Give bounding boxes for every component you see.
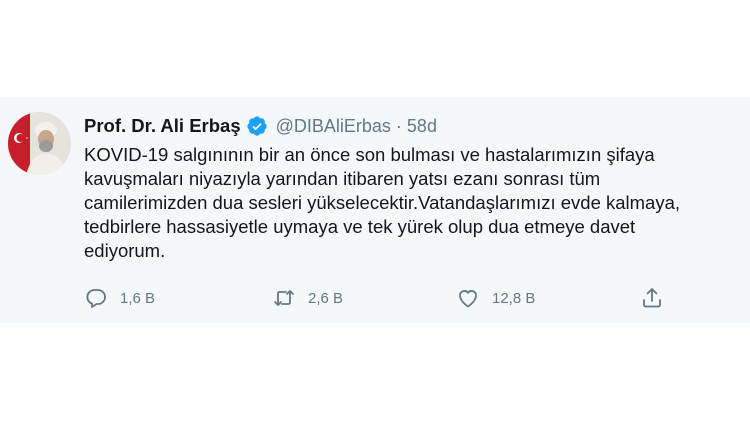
tweet-text-line: tedbirlere hassasiyetle uymaya ve tek yü…: [84, 216, 636, 237]
like-count: 12,8 B: [492, 289, 536, 307]
avatar-image: [8, 112, 71, 175]
tweet-timestamp[interactable]: 58d: [407, 116, 437, 137]
separator-dot: ·: [395, 115, 402, 136]
author-handle[interactable]: @DIBAliErbas: [276, 116, 391, 137]
tweet-text-line: camilerimizden dua sesleri yükselecektir…: [84, 192, 681, 213]
like-button[interactable]: 12,8 B: [456, 286, 535, 310]
retweet-count: 2,6 B: [308, 289, 344, 307]
like-icon: [459, 290, 477, 308]
tweet-text-line: kavuşmaları niyazıyla yarından itibaren …: [84, 168, 601, 189]
tweet-header: Prof. Dr. Ali Erbaş @DIBAliErbas · 58d: [84, 114, 437, 138]
tweet-text: KOVID-19 salgınının bir an önce son bulm…: [84, 143, 744, 263]
reply-count: 1,6 B: [120, 289, 156, 307]
reply-button[interactable]: 1,6 B: [84, 286, 155, 310]
tweet-text-line: KOVID-19 salgınının bir an önce son bulm…: [84, 144, 655, 165]
retweet-icon: [274, 290, 294, 306]
share-icon: [643, 288, 661, 308]
retweet-button[interactable]: 2,6 B: [272, 286, 343, 310]
tweet-text-line: ediyorum.: [84, 240, 166, 261]
share-button[interactable]: [640, 286, 664, 310]
avatar[interactable]: [8, 112, 71, 175]
verified-badge-icon: [246, 115, 268, 137]
tweet-actions: 1,6 B 2,6 B 12,8 B: [84, 286, 684, 312]
author-name[interactable]: Prof. Dr. Ali Erbaş: [84, 115, 241, 137]
reply-icon: [86, 289, 106, 308]
